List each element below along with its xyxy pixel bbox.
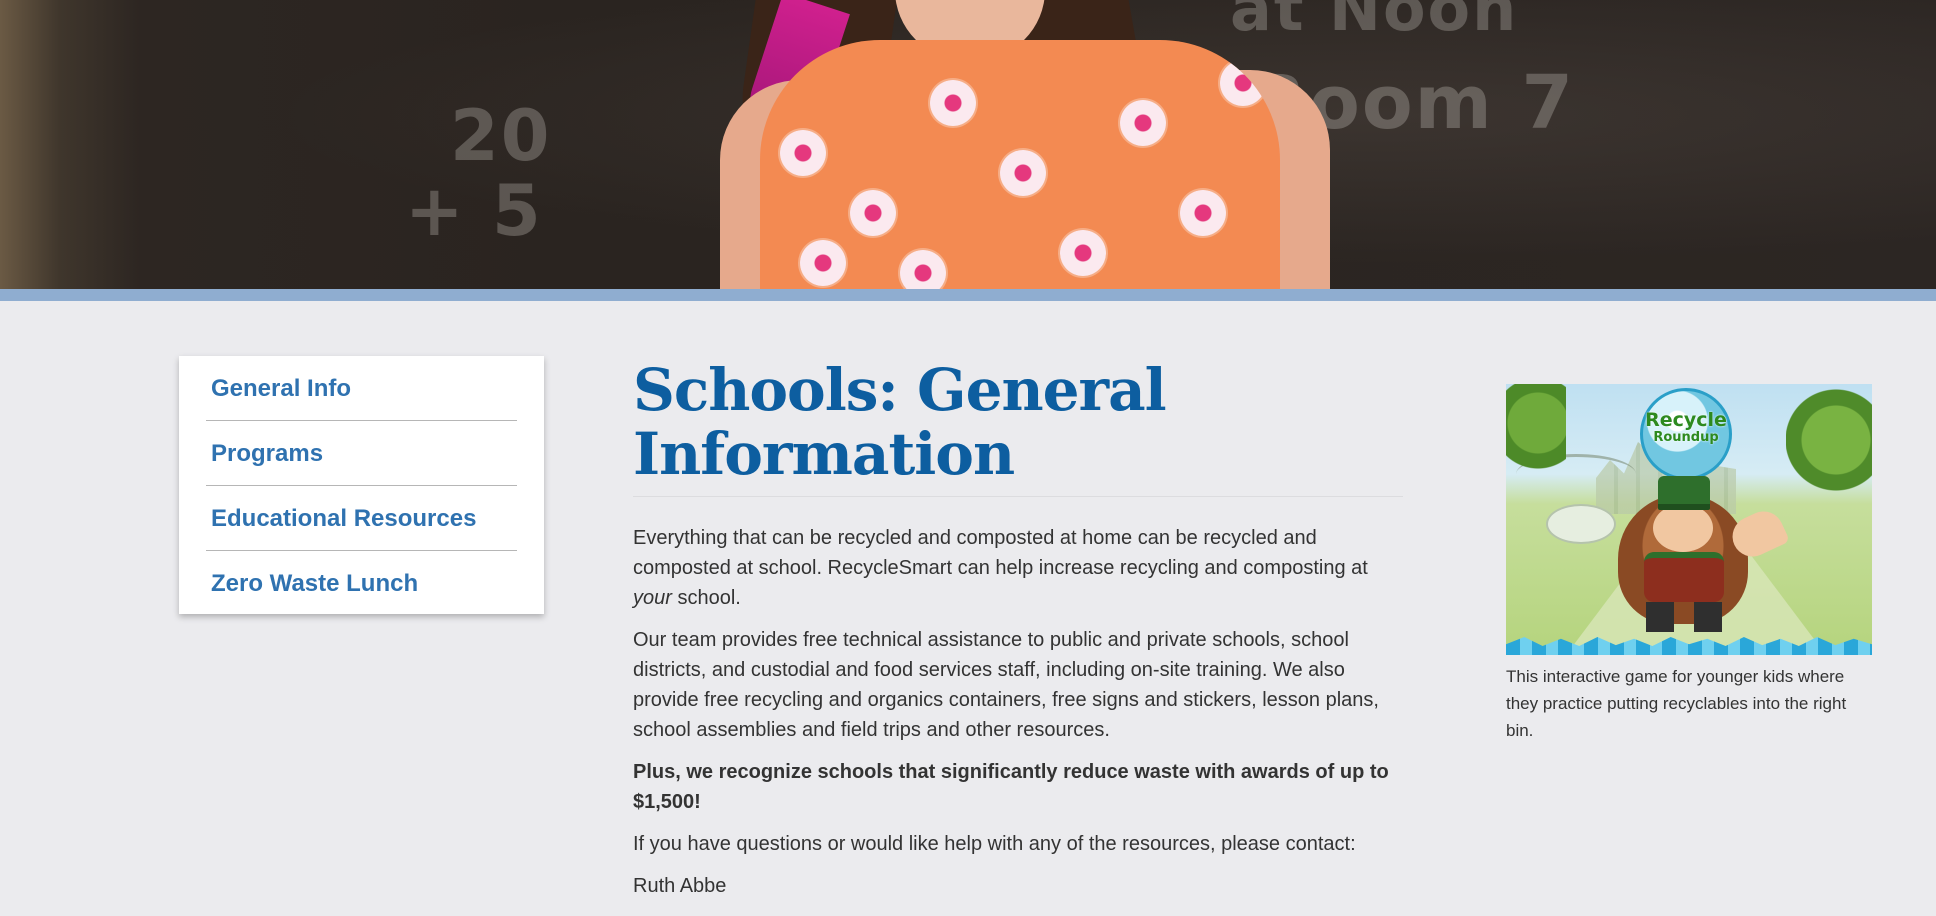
dress-flower bbox=[1000, 150, 1046, 196]
dress-flower bbox=[780, 130, 826, 176]
game-logo-line-1: Recycle bbox=[1645, 409, 1727, 431]
title-divider bbox=[633, 496, 1403, 497]
recycle-roundup-logo: Recycle Roundup bbox=[1640, 388, 1732, 480]
intro-text-end: school. bbox=[671, 587, 741, 609]
intro-paragraph: Everything that can be recycled and comp… bbox=[633, 523, 1403, 613]
dress-flower bbox=[850, 190, 896, 236]
contact-intro-paragraph: If you have questions or would like help… bbox=[633, 833, 1356, 855]
tree-graphic-right bbox=[1786, 384, 1872, 524]
contact-name: Ruth Abbe bbox=[633, 875, 727, 897]
mascot-hat bbox=[1658, 476, 1710, 510]
sidebar-item-general-info[interactable]: General Info bbox=[206, 356, 517, 421]
chalk-text-number: 20 bbox=[450, 95, 552, 177]
intro-text-start: Everything that can be recycled and comp… bbox=[633, 527, 1368, 579]
dress-flower bbox=[1060, 230, 1106, 276]
dress-flower bbox=[900, 250, 946, 289]
chalk-text-noon: at Noon bbox=[1230, 0, 1519, 45]
recycle-roundup-game-image[interactable]: Recycle Roundup bbox=[1506, 384, 1872, 655]
hero-accent-stripe bbox=[0, 289, 1936, 301]
mascot-legs bbox=[1646, 602, 1722, 632]
fountain-graphic bbox=[1546, 504, 1616, 544]
mascot-vest bbox=[1644, 552, 1724, 602]
dress-flower bbox=[930, 80, 976, 126]
awards-paragraph: Plus, we recognize schools that signific… bbox=[633, 761, 1389, 813]
game-logo-line-2: Roundup bbox=[1653, 430, 1719, 445]
main-content: Schools: General Information Everything … bbox=[633, 358, 1403, 913]
mascot-face bbox=[1653, 504, 1713, 552]
game-caption: This interactive game for younger kids w… bbox=[1506, 667, 1847, 740]
services-paragraph: Our team provides free technical assista… bbox=[633, 629, 1379, 741]
game-promo: Recycle Roundup This interactive game fo… bbox=[1506, 384, 1872, 744]
dress-flower bbox=[1180, 190, 1226, 236]
sidebar-item-educational-resources[interactable]: Educational Resources bbox=[206, 486, 517, 551]
intro-emphasis: your bbox=[633, 587, 672, 609]
hero-banner-photo: at Noon Room 7 20 + 5 bbox=[0, 0, 1936, 289]
section-side-navigation: General Info Programs Educational Resour… bbox=[179, 356, 544, 614]
dress-flower bbox=[800, 240, 846, 286]
page-title: Schools: General Information bbox=[633, 356, 1167, 488]
sidebar-item-zero-waste-lunch[interactable]: Zero Waste Lunch bbox=[206, 551, 517, 616]
tree-graphic-left bbox=[1506, 384, 1566, 514]
orange-flower-dress bbox=[760, 40, 1280, 289]
dress-flower bbox=[1220, 60, 1266, 106]
sidebar-item-programs[interactable]: Programs bbox=[206, 421, 517, 486]
chalk-text-sum: + 5 bbox=[405, 170, 543, 252]
dress-flower bbox=[1120, 100, 1166, 146]
